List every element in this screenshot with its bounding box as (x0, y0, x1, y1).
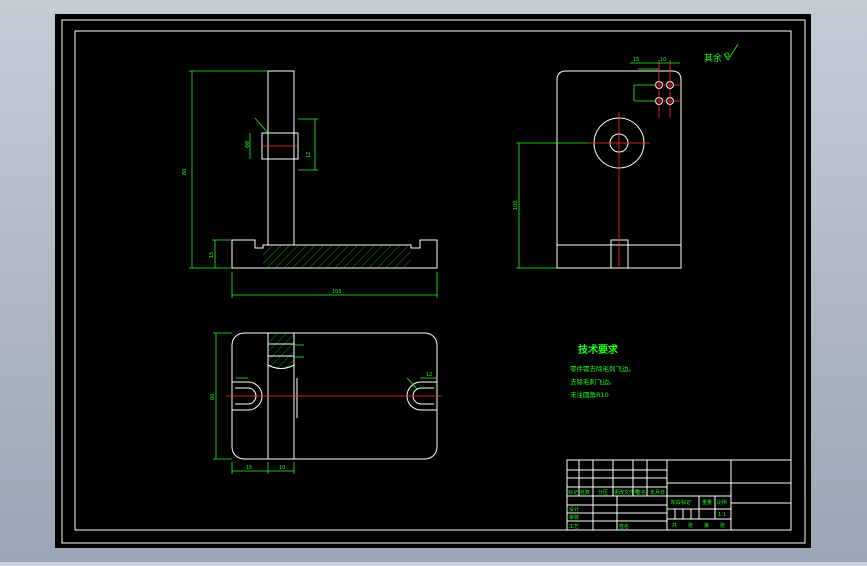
base-height-label: 15 (209, 252, 215, 258)
hole-spacing-a: 15 (633, 57, 639, 63)
base-hatch (263, 245, 411, 268)
hole-depth-label: 12 (306, 152, 312, 158)
tb-row-label-3: 分区 (598, 489, 608, 496)
tb-design: 设计 (569, 506, 579, 513)
tb-row-label-2: 处数 (580, 489, 590, 496)
tb-scale-value: 1:1 (718, 512, 726, 518)
cad-viewport: 80 15 105 12 Φ8 100 15 10 其余 60 15 10 12… (0, 0, 867, 562)
tb-process: 工艺 (569, 524, 579, 530)
tb-review: 审核 (569, 514, 579, 521)
tb-row-label-6: 年月日 (650, 489, 665, 496)
height-dim-label: 80 (182, 169, 188, 175)
tech-req-item-3: 未注圆角R10 (570, 390, 609, 399)
hole-spacing-b: 10 (660, 57, 666, 63)
tb-scale-label: 比例 (717, 499, 727, 506)
tb-sheet-3: 第 (704, 522, 709, 529)
tech-req-item-2: 去除毛刺飞边。 (570, 377, 616, 386)
drawing-sheet (55, 14, 811, 548)
hole-dia-label: Φ8 (245, 141, 251, 148)
roughness-label: 其余 (704, 52, 722, 64)
side-height-label: 100 (513, 200, 519, 210)
tb-row-label-1: 标记 (568, 489, 578, 496)
tb-sheet-2: 张 (688, 522, 693, 529)
drawing-canvas[interactable]: 80 15 105 12 Φ8 100 15 10 其余 60 15 10 12… (0, 0, 867, 562)
tech-req-item-1: 零件需去除毛刺飞边。 (570, 364, 635, 373)
tb-stage: 阶段标记 (671, 499, 691, 506)
tb-sheet-4: 张 (720, 522, 725, 529)
tb-approve: 签名 (619, 523, 629, 530)
tb-sheet-1: 共 (672, 522, 677, 529)
tb-weight: 重量 (702, 499, 712, 506)
slot-width-label: 12 (426, 372, 432, 378)
top-web-hatch (268, 333, 294, 369)
width-dim-label: 105 (332, 289, 342, 295)
top-depth-label: 60 (210, 394, 216, 400)
top-width-b: 10 (279, 465, 285, 471)
tb-row-label-5: 签名 (636, 489, 646, 496)
top-width-a: 15 (246, 465, 252, 471)
tech-req-title: 技术要求 (578, 343, 619, 356)
